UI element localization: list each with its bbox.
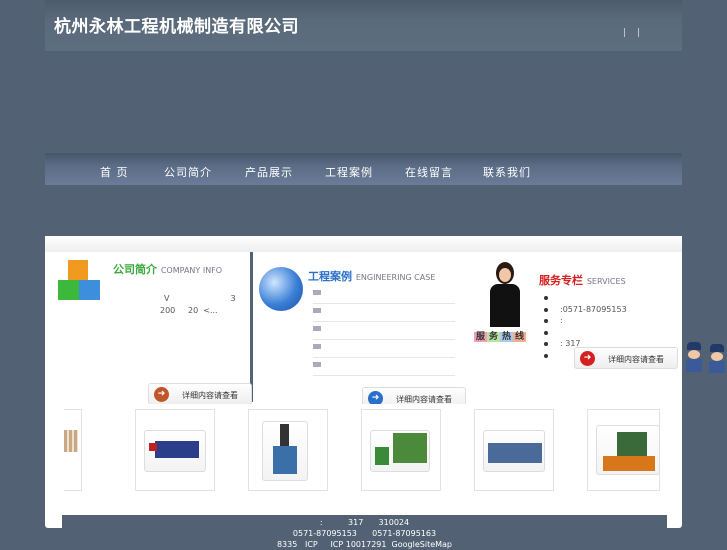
globe-icon	[259, 267, 303, 311]
top-links[interactable]: | |	[623, 28, 640, 38]
case-item[interactable]	[313, 322, 455, 340]
company-panel: 公司简介 COMPANY INFO V 3 200 20 <...	[45, 252, 253, 402]
product-item[interactable]	[361, 409, 441, 491]
services-more-label: 详细内容请查看	[608, 355, 664, 364]
services-more-button[interactable]: ➜ 详细内容请查看	[574, 347, 678, 369]
product-image-pipe	[64, 430, 78, 452]
nav-contact[interactable]: 联系我们	[483, 164, 531, 180]
nav-products[interactable]: 产品展示	[245, 164, 293, 180]
hotline-badge: 服务热线	[474, 332, 527, 342]
cases-subtitle: ENGINEERING CASE	[355, 273, 436, 282]
services-title: 服务专栏	[539, 274, 583, 287]
case-item[interactable]	[313, 340, 455, 358]
nav-home[interactable]: 首 页	[100, 164, 129, 180]
service-person-image	[488, 262, 524, 327]
bullet-icon	[313, 326, 321, 331]
cases-title: 工程案例	[308, 270, 352, 283]
product-item[interactable]	[64, 409, 82, 491]
boxes-icon	[58, 260, 100, 300]
company-text-2: 200 20 <...	[160, 306, 218, 315]
service-item	[544, 293, 627, 305]
company-subtitle: COMPANY INFO	[160, 266, 223, 275]
product-image-cutting-machine	[262, 421, 308, 481]
product-image-bending-machine	[144, 430, 206, 472]
company-more-button[interactable]: ➜ 详细内容请查看	[148, 383, 252, 405]
nav-about[interactable]: 公司简介	[164, 164, 212, 180]
content-top-stripe	[45, 236, 682, 252]
arrow-right-icon: ➜	[154, 387, 169, 402]
bullet-icon	[313, 308, 321, 313]
product-image-shearing-machine	[370, 430, 430, 472]
header: 杭州永林工程机械制造有限公司 | |	[45, 0, 682, 51]
bullet-icon	[313, 290, 321, 295]
site-title: 杭州永林工程机械制造有限公司	[54, 17, 299, 37]
company-title: 公司简介	[113, 263, 157, 276]
service-item: :	[544, 316, 627, 328]
product-image-sawing-machine	[483, 430, 545, 472]
company-text-1: V 3	[164, 294, 236, 303]
case-item[interactable]	[313, 358, 455, 376]
case-item[interactable]	[313, 286, 455, 304]
case-item[interactable]	[313, 304, 455, 322]
nav-cases[interactable]: 工程案例	[325, 164, 373, 180]
company-more-label: 详细内容请查看	[182, 391, 238, 400]
bullet-icon	[313, 344, 321, 349]
footer-address: : 317 310024	[319, 518, 410, 527]
main-nav: 首 页 公司简介 产品展示 工程案例 在线留言 联系我们	[45, 153, 682, 185]
product-item[interactable]	[248, 409, 328, 491]
services-subtitle: SERVICES	[586, 277, 626, 286]
product-image-winding-machine	[596, 425, 660, 475]
cases-panel: 工程案例 ENGINEERING CASE	[257, 252, 467, 402]
bullet-icon	[313, 362, 321, 367]
footer: : 317 310024 0571-87095153 0571-87095163…	[62, 515, 667, 549]
arrow-right-icon: ➜	[580, 351, 595, 366]
footer-phone: 0571-87095153 0571-87095163	[292, 529, 437, 538]
service-item: :0571-87095153	[544, 305, 627, 317]
services-panel: 服务热线 服务专栏 SERVICES :0571-87095153 : : 31…	[470, 252, 673, 390]
police-mascot-icon[interactable]	[684, 342, 727, 374]
nav-message[interactable]: 在线留言	[405, 164, 453, 180]
product-item[interactable]	[587, 409, 660, 491]
product-item[interactable]	[135, 409, 215, 491]
product-item[interactable]	[474, 409, 554, 491]
service-item	[544, 328, 627, 340]
